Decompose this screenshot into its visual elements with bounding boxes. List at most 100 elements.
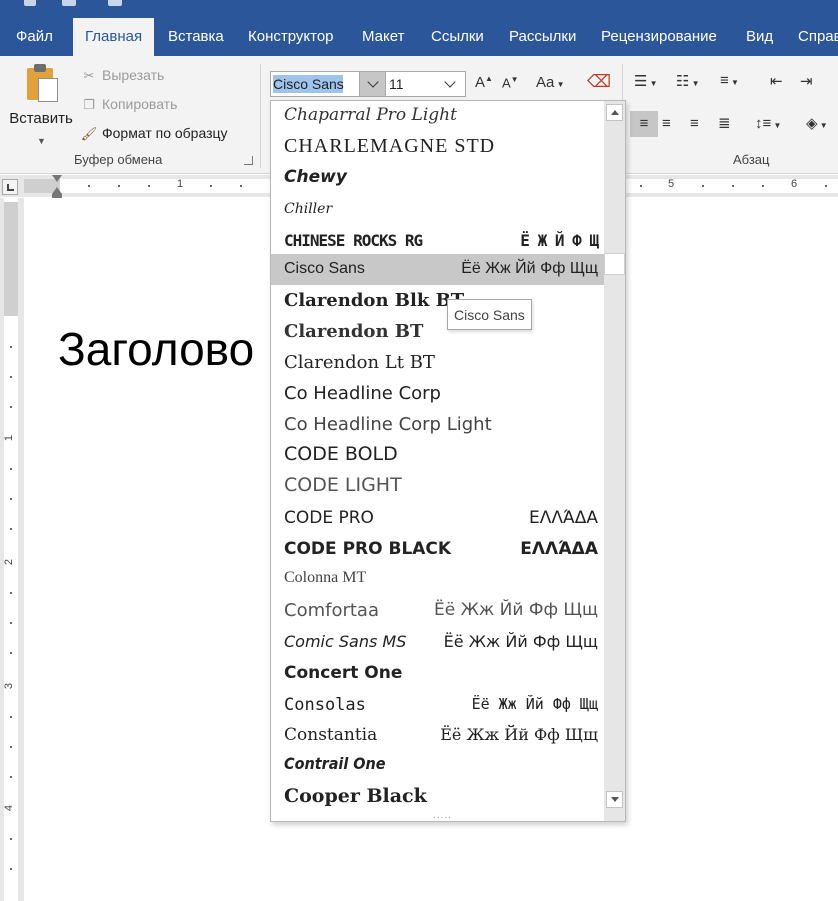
font-list-item[interactable]: Comfortaa Ёё Жж Йй Фф Щщ xyxy=(271,595,604,626)
save-icon[interactable] xyxy=(24,0,36,6)
ruler-number: 2 xyxy=(3,558,16,566)
tab-view[interactable]: Вид xyxy=(746,18,773,56)
font-list-item[interactable]: CODE PRO ΕΛΛΆΔΑ xyxy=(271,502,604,533)
paste-label: Вставить xyxy=(9,110,73,127)
font-size-combobox[interactable]: 11 xyxy=(386,71,466,97)
font-item-sample: Ёё Жж Йй Фф Щщ xyxy=(434,600,598,620)
clear-formatting-button[interactable]: ⌫ xyxy=(587,72,611,92)
chevron-down-icon[interactable]: ▼ xyxy=(37,136,46,146)
font-list-item[interactable]: Chiller xyxy=(271,194,604,225)
font-dropdown-button[interactable] xyxy=(359,72,385,96)
cut-label: Вырезать xyxy=(102,67,165,83)
font-name-input[interactable] xyxy=(273,75,359,93)
clipboard-clip-icon xyxy=(34,64,46,72)
font-item-name: Clarendon Lt BT xyxy=(284,352,435,373)
undo-icon[interactable] xyxy=(62,0,76,6)
font-list-item[interactable]: Clarendon Blk BT xyxy=(271,286,604,317)
font-list-item[interactable]: Constantia Ёё Жж Йй Фф Щщ xyxy=(271,719,604,750)
tab-review[interactable]: Рецензирование xyxy=(601,18,717,56)
ruler-margin xyxy=(4,202,18,316)
hanging-indent-marker[interactable] xyxy=(52,187,62,194)
first-line-indent-marker[interactable] xyxy=(52,175,62,182)
copy-icon: ❐ xyxy=(83,97,95,112)
multilevel-list-button[interactable]: ≡ ▼ xyxy=(720,72,739,89)
dropdown-scrollbar[interactable] xyxy=(604,101,625,821)
font-list-item[interactable]: Colonna MT xyxy=(271,563,604,594)
font-list-item[interactable]: Chaparral Pro Light xyxy=(271,101,604,132)
font-item-sample: Ё Ж Й Ф Щ xyxy=(520,231,599,250)
font-list-item[interactable]: Cooper Black xyxy=(271,781,604,812)
font-list-item[interactable]: Consolas Ёё Жж Йй Фф Щщ xyxy=(271,689,604,720)
chevron-down-icon xyxy=(611,797,619,802)
change-case-button[interactable]: Aa ▼ xyxy=(536,74,565,91)
font-item-name: Concert One xyxy=(284,663,403,683)
font-list-item[interactable]: Chewy xyxy=(271,163,604,194)
font-dropdown-list[interactable]: Chaparral Pro Light CHARLEMAGNE STD Chew… xyxy=(270,100,626,822)
font-tooltip: Cisco Sans xyxy=(447,299,532,330)
numbering-button[interactable]: ☷ ▼ xyxy=(676,72,700,90)
shading-button[interactable]: ◈ ▼ xyxy=(806,111,828,139)
font-item-name: Contrail One xyxy=(284,754,386,773)
font-list-item[interactable]: Co Headline Corp Light xyxy=(271,410,604,441)
redo-icon[interactable] xyxy=(108,0,122,6)
cut-button[interactable]: ✂ Вырезать xyxy=(80,64,165,86)
tab-home[interactable]: Главная xyxy=(73,18,155,56)
font-list-item[interactable]: Comic Sans MS Ёё Жж Йй Фф Щщ xyxy=(271,626,604,657)
tab-layout[interactable]: Макет xyxy=(362,18,404,56)
justify-button[interactable]: ≣ xyxy=(718,111,731,137)
decrease-indent-button[interactable]: ⇤ xyxy=(770,72,783,90)
align-right-button[interactable]: ≡ xyxy=(690,111,699,137)
font-list-item[interactable]: CHINESE ROCKS RG Ё Ж Й Ф Щ xyxy=(271,225,604,256)
increase-indent-button[interactable]: ⇥ xyxy=(800,72,813,90)
copy-button[interactable]: ❐ Копировать xyxy=(80,93,177,115)
chevron-down-icon[interactable] xyxy=(444,76,456,88)
scroll-down-button[interactable] xyxy=(606,791,623,808)
font-item-name: Comfortaa xyxy=(284,600,379,621)
font-list-item-selected[interactable]: Cisco Sans Ёё Жж Йй Фф Щщ xyxy=(271,254,604,285)
bullets-button[interactable]: ☰ ▼ xyxy=(634,72,658,90)
paste-paper-icon xyxy=(38,78,58,102)
tab-selector-icon[interactable] xyxy=(2,179,18,195)
chevron-up-icon xyxy=(611,110,619,115)
font-list-item[interactable]: CODE BOLD xyxy=(271,439,604,470)
font-list-item[interactable]: Co Headline Corp xyxy=(271,379,604,410)
vertical-ruler[interactable]: 1 2 3 4 xyxy=(0,198,24,901)
clipboard-launcher-icon[interactable] xyxy=(244,156,253,165)
font-list-item[interactable]: CODE LIGHT xyxy=(271,470,604,501)
font-item-sample: Ёё Жж Йй Фф Щщ xyxy=(461,260,598,277)
shrink-font-button[interactable]: A▼ xyxy=(502,75,519,90)
scroll-thumb[interactable] xyxy=(604,253,625,275)
tab-insert[interactable]: Вставка xyxy=(168,18,224,56)
font-list-item[interactable]: Clarendon BT xyxy=(271,317,604,348)
format-painter-button[interactable]: 🖌 Формат по образцу xyxy=(80,122,228,144)
font-item-sample: ΕΛΛΆΔΑ xyxy=(528,508,598,528)
font-item-name: Cooper Black xyxy=(284,785,427,807)
grow-font-button[interactable]: A▲ xyxy=(475,74,493,91)
font-list-item[interactable]: Contrail One xyxy=(271,749,604,780)
tab-design[interactable]: Конструктор xyxy=(248,18,334,56)
font-list-item[interactable]: CODE PRO BLACK ΕΛΛΆΔΑ xyxy=(271,533,604,564)
font-list-item[interactable]: Concert One xyxy=(271,658,604,689)
font-name-combobox[interactable] xyxy=(270,71,386,97)
copy-label: Копировать xyxy=(102,96,178,112)
scroll-up-button[interactable] xyxy=(606,104,623,121)
tab-references[interactable]: Ссылки xyxy=(431,18,484,56)
font-list-item[interactable]: CHARLEMAGNE STD xyxy=(271,132,604,163)
ruler-number: 1 xyxy=(177,178,184,190)
tab-mailings[interactable]: Рассылки xyxy=(509,18,576,56)
resize-grip-icon[interactable]: ..... xyxy=(433,810,452,821)
group-separator xyxy=(260,64,261,168)
font-item-name: Colonna MT xyxy=(284,569,367,586)
font-item-name: Co Headline Corp Light xyxy=(284,414,492,435)
ruler-number: 5 xyxy=(668,178,675,190)
paintbrush-icon: 🖌 xyxy=(80,126,98,141)
line-spacing-button[interactable]: ↕≡ ▼ xyxy=(755,111,781,139)
align-center-button[interactable]: ≡ xyxy=(662,111,671,137)
tab-help[interactable]: Справ xyxy=(798,18,838,56)
ribbon-tabs: Файл Главная Вставка Конструктор Макет С… xyxy=(0,18,838,56)
font-list-item[interactable]: Clarendon Lt BT xyxy=(271,348,604,379)
align-left-button[interactable]: ≡ xyxy=(630,111,658,137)
paste-button[interactable]: Вставить ▼ xyxy=(6,64,76,146)
document-heading[interactable]: Заголово xyxy=(58,322,254,376)
tab-file[interactable]: Файл xyxy=(16,18,53,56)
